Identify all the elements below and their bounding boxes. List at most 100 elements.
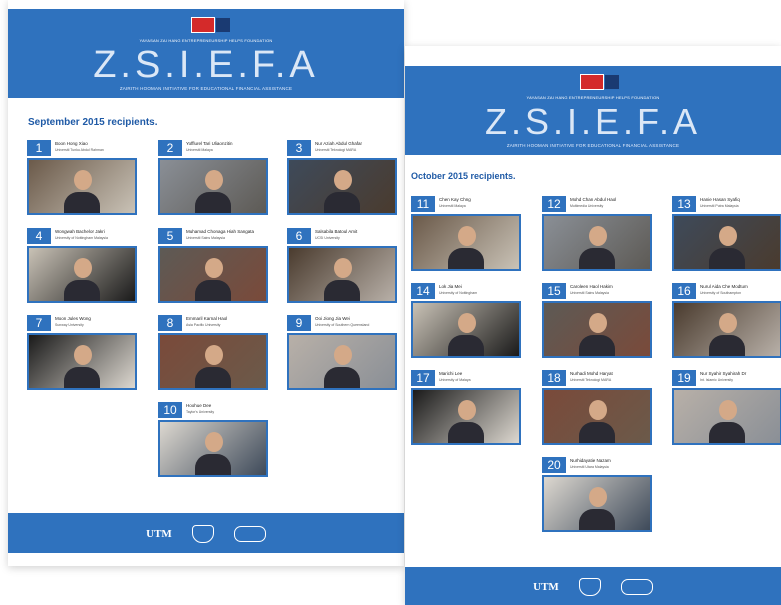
flag-icon <box>191 17 230 33</box>
recipient-card: 8 Emmaril Karnal Haol Asia Pacific Univers… <box>158 315 268 392</box>
recipient-number: 16 <box>672 283 696 299</box>
recipient-name: Salsabila Batoul Amit <box>315 229 358 234</box>
recipient-number: 8 <box>158 315 182 331</box>
person-silhouette <box>204 431 223 452</box>
recipient-card: 17 Marichi Lee University of Malaya <box>411 370 521 447</box>
person-silhouette <box>204 344 223 365</box>
recipient-name: Hoohue Dee <box>186 403 212 408</box>
recipient-institution: Universiti Sains Malaysia <box>186 236 225 240</box>
recipient-number: 10 <box>158 402 182 418</box>
header-band: YAYASAN ZAI HANG ENTREPRENEURSHIP HELPS … <box>405 66 781 155</box>
recipient-number: 7 <box>27 315 51 331</box>
person-body <box>194 191 231 213</box>
recipient-name: Yofflurel Tari Uliaonzitin <box>186 141 233 146</box>
recipient-card: 4 Wongwah Bachelor Jakri University of Not… <box>27 228 137 305</box>
recipient-name: Marichi Lee <box>439 371 463 376</box>
person-body <box>447 421 484 443</box>
recipient-name: Boon Hong Xiao <box>55 141 88 146</box>
person-silhouette <box>588 225 607 246</box>
header-subtitle: YAYASAN ZAI HANG ENTREPRENEURSHIP HELPS … <box>526 95 660 100</box>
person-body <box>708 334 745 356</box>
recipient-photo <box>27 246 137 303</box>
recipient-name: Lok Jia Mei <box>439 284 462 289</box>
recipient-card: 15 Caroleen Haol Hakim Universiti Sains Ma… <box>542 283 652 360</box>
recipient-number: 15 <box>542 283 566 299</box>
person-body <box>63 366 100 388</box>
recipient-name: Nurul Aida Che Modtum <box>700 284 748 289</box>
recipient-card: 19 Nur Syahir Syahirah Dr Int. Islamic Uni… <box>672 370 781 447</box>
person-body <box>578 247 615 269</box>
recipient-name: Nur Syahir Syahirah Dr <box>700 371 747 376</box>
person-body <box>323 191 360 213</box>
recipient-institution: University of Southampton <box>700 291 742 295</box>
person-silhouette <box>457 312 476 333</box>
recipient-photo <box>542 214 652 271</box>
section-title: September 2015 recipients. <box>28 117 158 128</box>
recipient-number: 4 <box>27 228 51 244</box>
footer-band: UTM <box>405 567 781 605</box>
recipient-institution: UCSI University <box>315 236 340 240</box>
recipient-card: 14 Lok Jia Mei University of Nottingham <box>411 283 521 360</box>
recipient-photo <box>287 158 397 215</box>
recipient-name: Moon Jules Wong <box>55 316 91 321</box>
person-silhouette <box>588 486 607 507</box>
recipient-card: 13 Hanie Hasan Syafiq Universiti Putra Mal… <box>672 196 781 273</box>
person-silhouette <box>718 312 737 333</box>
recipient-photo <box>158 158 268 215</box>
org-logo <box>620 579 653 595</box>
recipient-institution: Universiti Malaya <box>186 148 213 152</box>
recipient-institution: University of Malaya <box>439 378 471 382</box>
person-silhouette <box>333 344 352 365</box>
recipient-institution: University of Southern Queensland <box>315 323 370 327</box>
recipient-card: 20 Nurhidayatie Nazam Universiti Utara Mal… <box>542 457 652 534</box>
recipient-institution: Universiti Malaya <box>439 204 466 208</box>
person-body <box>578 508 615 530</box>
recipient-card: 18 Nurhadi Mohd Haryat Universiti Teknolog… <box>542 370 652 447</box>
person-body <box>447 247 484 269</box>
recipient-photo <box>158 420 268 477</box>
recipient-number: 2 <box>158 140 182 156</box>
footer-band: UTM <box>8 513 404 553</box>
recipient-name: Nurhadi Mohd Haryat <box>570 371 613 376</box>
recipient-photo <box>287 246 397 303</box>
recipient-photo <box>158 246 268 303</box>
recipient-name: Chen Kay Chng <box>439 197 471 202</box>
recipient-number: 1 <box>27 140 51 156</box>
poster-october: YAYASAN ZAI HANG ENTREPRENEURSHIP HELPS … <box>405 46 781 605</box>
utm-logo: UTM <box>146 528 172 540</box>
recipient-photo <box>27 158 137 215</box>
recipient-name: Nurhidayatie Nazam <box>570 458 611 463</box>
recipient-number: 18 <box>542 370 566 386</box>
poster-september: YAYASAN ZAI HANG ENTREPRENEURSHIP HELPS … <box>8 0 404 566</box>
header-band: YAYASAN ZAI HANG ENTREPRENEURSHIP HELPS … <box>8 9 404 98</box>
recipient-institution: Universiti Tunku Abdul Rahman <box>55 148 104 152</box>
header-tagline: ZAIRITH HOOMAN INITIATIVE FOR EDUCATIONA… <box>506 143 680 148</box>
recipient-institution: Int. Islamic University <box>700 378 734 382</box>
person-body <box>578 334 615 356</box>
recipient-institution: Universiti Sains Malaysia <box>570 291 609 295</box>
org-logo <box>233 526 266 542</box>
recipient-photo <box>542 388 652 445</box>
recipient-institution: Universiti Utara Malaysia <box>570 465 609 469</box>
recipient-photo <box>158 333 268 390</box>
recipient-name: Ooi Jiong Jia Wei <box>315 316 350 321</box>
recipient-number: 11 <box>411 196 435 212</box>
person-silhouette <box>333 257 352 278</box>
recipient-card: 11 Chen Kay Chng Universiti Malaya <box>411 196 521 273</box>
recipient-photo <box>411 388 521 445</box>
person-body <box>323 366 360 388</box>
person-silhouette <box>333 169 352 190</box>
header-tagline: ZAIRITH HOOMAN INITIATIVE FOR EDUCATIONA… <box>119 86 293 91</box>
crest-logo <box>191 525 214 543</box>
person-body <box>578 421 615 443</box>
person-silhouette <box>588 399 607 420</box>
recipient-institution: Universiti Putra Malaysia <box>700 204 739 208</box>
recipient-name: Mohd Chan Abdul Haol <box>570 197 617 202</box>
recipient-institution: University of Nottingham <box>439 291 478 295</box>
recipient-number: 9 <box>287 315 311 331</box>
recipient-name: Emmaril Karnal Haol <box>186 316 228 321</box>
recipient-card: 2 Yofflurel Tari Uliaonzitin Universiti Ma… <box>158 140 268 217</box>
recipient-card: 7 Moon Jules Wong Sunway University <box>27 315 137 392</box>
person-silhouette <box>73 257 92 278</box>
person-silhouette <box>718 399 737 420</box>
